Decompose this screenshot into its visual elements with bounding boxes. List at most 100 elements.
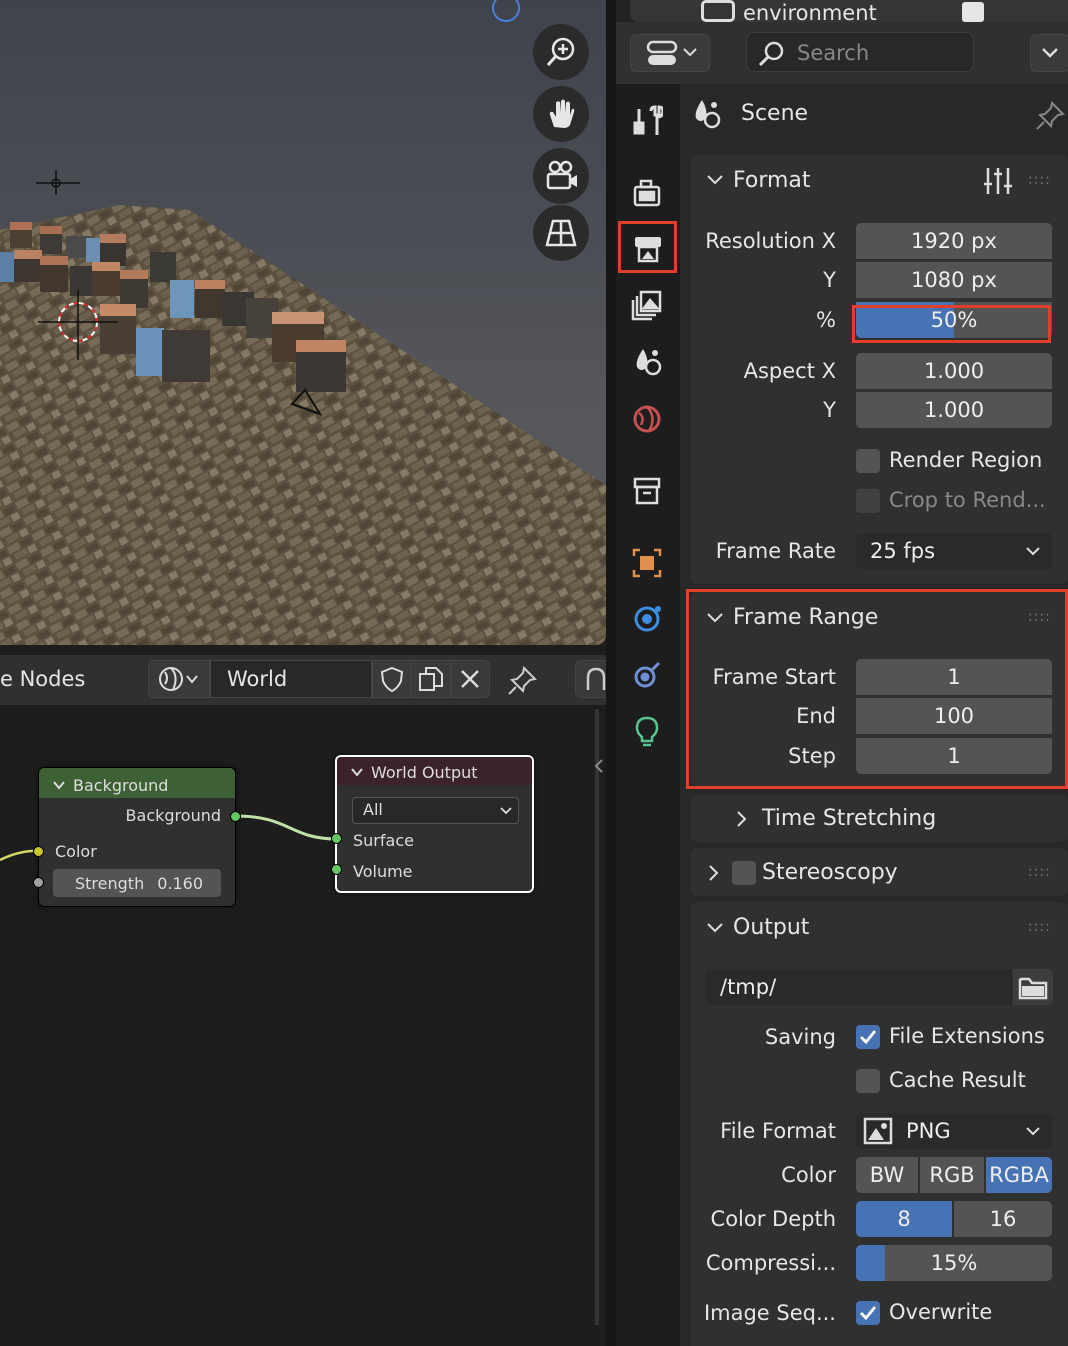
shader-node-editor[interactable]: e Nodes World Background Background Colo… <box>0 655 615 1346</box>
strength-label: Strength <box>75 873 145 893</box>
tab-render[interactable] <box>622 168 672 218</box>
depth-16-button[interactable]: 16 <box>954 1201 1052 1237</box>
file-extensions-checkbox[interactable] <box>856 1025 880 1049</box>
pin-button[interactable] <box>506 665 538 701</box>
color-input-socket[interactable] <box>33 846 44 857</box>
editor-type-button[interactable] <box>630 34 710 72</box>
stereoscopy-checkbox[interactable] <box>732 861 756 885</box>
target-dropdown[interactable]: All <box>352 797 519 824</box>
frame-range-header[interactable]: Frame Range :::: <box>690 592 1068 644</box>
zoom-button[interactable] <box>533 24 589 80</box>
properties-tabs <box>616 84 680 1346</box>
aspect-y-field[interactable]: 1.000 <box>856 392 1052 428</box>
area-divider[interactable] <box>606 0 616 1346</box>
crop-checkbox[interactable] <box>856 489 880 513</box>
compression-slider[interactable]: 15% <box>856 1245 1052 1281</box>
duplicate-button[interactable] <box>411 660 451 698</box>
time-stretching-panel[interactable]: Time Stretching <box>690 794 1068 842</box>
3d-viewport[interactable] <box>0 0 606 645</box>
pan-button[interactable] <box>533 86 589 142</box>
resolution-y-label: Y <box>823 268 836 292</box>
tab-physics[interactable] <box>622 594 672 644</box>
tab-output[interactable] <box>618 221 677 273</box>
cache-result-label: Cache Result <box>889 1068 1026 1092</box>
background-output-socket[interactable] <box>230 811 241 822</box>
browse-folder-button[interactable] <box>1013 969 1053 1005</box>
world-output-node[interactable]: World Output All Surface Volume <box>335 755 534 893</box>
frame-step-field[interactable]: 1 <box>856 738 1052 774</box>
format-panel-header[interactable]: Format :::: <box>690 154 1068 206</box>
pin-icon <box>508 665 538 695</box>
context-label: Scene <box>741 101 809 126</box>
file-format-dropdown[interactable]: PNG <box>856 1113 1052 1149</box>
drag-handle[interactable]: :::: <box>1028 864 1051 880</box>
frame-end-field[interactable]: 100 <box>856 698 1052 734</box>
world-output-header[interactable]: World Output <box>337 757 532 785</box>
chevron-down-icon <box>53 781 65 790</box>
tab-world[interactable] <box>622 394 672 444</box>
world-name-field[interactable]: World <box>210 660 372 698</box>
strength-input-socket[interactable] <box>33 877 44 888</box>
background-node[interactable]: Background Background Color Strength 0.1… <box>38 767 236 907</box>
volume-input-socket[interactable] <box>331 864 342 875</box>
surface-input-socket[interactable] <box>331 833 342 844</box>
resolution-y-field[interactable]: 1080 px <box>856 262 1052 298</box>
frame-step-label: Step <box>788 744 836 768</box>
color-bw-button[interactable]: BW <box>856 1157 918 1193</box>
drag-handle[interactable]: :::: <box>1028 609 1051 625</box>
camera-view-button[interactable] <box>533 148 589 204</box>
exclude-checkbox[interactable] <box>962 2 984 22</box>
scene-icon <box>636 349 662 376</box>
world-browse-button[interactable] <box>148 660 210 698</box>
fake-user-button[interactable] <box>372 660 412 698</box>
properties-editor-icon <box>646 40 697 65</box>
unlink-button[interactable] <box>450 660 490 698</box>
output-panel-header[interactable]: Output :::: <box>690 902 1068 952</box>
tab-tool[interactable] <box>622 96 672 146</box>
constraint-icon <box>634 661 661 688</box>
close-icon <box>461 670 479 688</box>
frame-end-label: End <box>796 704 836 728</box>
collection-label[interactable]: environment <box>743 2 877 22</box>
color-rgba-button[interactable]: RGBA <box>986 1157 1052 1193</box>
search-icon <box>758 41 784 67</box>
depth-8-button[interactable]: 8 <box>856 1201 952 1237</box>
file-format-value: PNG <box>906 1119 951 1143</box>
aspect-x-field[interactable]: 1.000 <box>856 353 1052 389</box>
chevron-down-icon <box>1026 547 1040 556</box>
frame-rate-dropdown[interactable]: 25 fps <box>856 533 1052 569</box>
scene-render <box>0 0 606 645</box>
strength-field[interactable]: Strength 0.160 <box>53 869 221 897</box>
frame-start-field[interactable]: 1 <box>856 659 1052 695</box>
light-bulb-icon <box>635 716 659 747</box>
resolution-x-field[interactable]: 1920 px <box>856 223 1052 259</box>
object-icon <box>632 548 662 578</box>
context-pin-button[interactable] <box>1034 100 1066 136</box>
frame-start-label: Frame Start <box>712 665 836 689</box>
tab-object-data[interactable] <box>622 706 672 756</box>
node-editor-header: e Nodes World <box>0 655 615 705</box>
background-node-header[interactable]: Background <box>39 768 235 798</box>
search-placeholder: Search <box>797 41 870 65</box>
perspective-toggle-button[interactable] <box>533 205 589 261</box>
color-depth-label: Color Depth <box>710 1207 836 1231</box>
chevron-down-icon <box>707 923 723 933</box>
tab-view-layer[interactable] <box>622 280 672 330</box>
tab-collection[interactable] <box>622 466 672 516</box>
options-dropdown[interactable] <box>1030 34 1068 72</box>
color-rgb-button[interactable]: RGB <box>920 1157 984 1193</box>
render-region-checkbox[interactable] <box>856 449 880 473</box>
output-path-input[interactable]: /tmp/ <box>706 969 1012 1005</box>
tab-object[interactable] <box>622 538 672 588</box>
stereoscopy-panel[interactable]: Stereoscopy :::: <box>690 848 1068 896</box>
search-input[interactable]: Search <box>746 32 974 72</box>
world-icon <box>633 405 661 433</box>
cache-result-checkbox[interactable] <box>856 1069 880 1093</box>
drag-handle[interactable]: :::: <box>1028 919 1051 935</box>
tab-constraints[interactable] <box>622 650 672 700</box>
collection-icon <box>633 477 661 505</box>
tab-scene[interactable] <box>622 336 672 386</box>
drag-handle[interactable]: :::: <box>1028 172 1051 188</box>
resolution-x-label: Resolution X <box>705 229 836 253</box>
overwrite-checkbox[interactable] <box>856 1301 880 1325</box>
